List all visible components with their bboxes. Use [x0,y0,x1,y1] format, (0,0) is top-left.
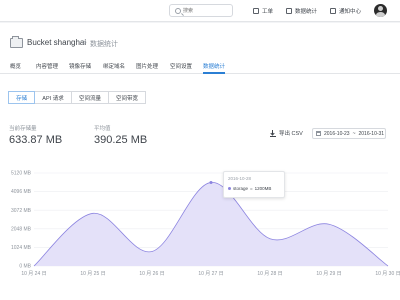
chart-tooltip: 2016-10-28 storage = 1200MB [223,171,285,198]
x-tick-label: 10 月 24 日 [21,271,46,277]
calendar-icon [316,131,321,136]
series-dot [228,187,231,190]
nav-tickets[interactable]: 工单 [253,6,273,16]
storage-area-chart: 0 MB1024 MB2048 MB3072 MB4096 MB5120 MB … [11,171,400,277]
bucket-icon [10,36,23,48]
y-tick-label: 3072 MB [11,208,32,214]
tab-content[interactable]: 内容管理 [36,62,58,74]
average-label: 平均值 [94,126,111,132]
subtab-storage[interactable]: 存储 [8,91,35,104]
x-tick-label: 10 月 25 日 [80,271,105,277]
tab-domain[interactable]: 绑定域名 [103,62,125,74]
x-tick-label: 10 月 29 日 [316,271,341,277]
y-tick-label: 0 MB [19,264,31,270]
subtab-bar: 存储 API 请求 空间流量 空间带宽 [8,91,146,104]
tab-bar: 概览 内容管理 镜像存储 绑定域名 图片处理 空间设置 数据统计 [0,60,400,74]
y-tick-label: 2048 MB [11,226,32,232]
top-bar: 工单 数据统计 通知中心 [0,0,400,22]
nav-notifications[interactable]: 通知中心 [330,6,361,16]
stats-icon [286,8,292,14]
current-storage-label: 当前存储量 [9,126,37,132]
x-tick-label: 10 月 26 日 [139,271,164,277]
ticket-icon [253,8,259,14]
tooltip-date: 2016-10-28 [228,176,252,181]
breadcrumb: 数据统计 [90,41,118,48]
tooltip-equals: = [250,186,253,191]
breadcrumb-separator: > [82,38,87,47]
y-tick-label: 5120 MB [11,171,32,177]
x-tick-label: 10 月 28 日 [257,271,282,277]
tooltip-row: storage = 1200MB [228,186,271,191]
storage-area [34,182,388,266]
date-separator: ~ [352,130,356,137]
tab-image[interactable]: 图片处理 [136,62,158,74]
date-from: 2016-10-23 [324,130,350,137]
nav-notifications-label: 通知中心 [339,9,362,15]
search-icon [175,8,181,14]
search-box[interactable] [169,4,233,17]
download-icon [270,129,276,137]
avatar[interactable] [374,4,387,17]
subtab-api[interactable]: API 请求 [34,91,72,104]
nav-stats[interactable]: 数据统计 [286,6,317,16]
page-title: Bucket shanghai [27,38,87,47]
y-tick-label: 1024 MB [11,245,32,251]
mail-icon [330,8,336,14]
average-value: 390.25 MB [94,134,148,146]
nav-stats-label: 数据统计 [295,9,318,15]
date-range-picker[interactable]: 2016-10-23 ~ 2016-10-31 [312,128,386,139]
search-input[interactable] [183,6,231,15]
tab-statistics[interactable]: 数据统计 [203,62,226,74]
tooltip-value: 1200MB [254,186,272,191]
date-to: 2016-10-31 [358,130,385,137]
x-tick-label: 10 月 27 日 [198,271,223,277]
hover-point [209,180,213,184]
tab-overview[interactable]: 概览 [10,62,21,74]
export-csv-label: 导出 CSV [279,131,303,137]
export-csv-button[interactable]: 导出 CSV [270,129,303,137]
tab-mirror[interactable]: 镜像存储 [69,62,91,74]
subtab-traffic[interactable]: 空间流量 [71,91,109,104]
nav-tickets-label: 工单 [262,9,274,15]
subtab-bandwidth[interactable]: 空间带宽 [108,91,146,104]
y-tick-label: 4096 MB [11,189,32,195]
current-storage-value: 633.87 MB [9,134,63,146]
tooltip-series: storage [233,186,249,191]
x-tick-label: 10 月 30 日 [375,271,400,277]
tab-settings[interactable]: 空间设置 [170,62,192,74]
